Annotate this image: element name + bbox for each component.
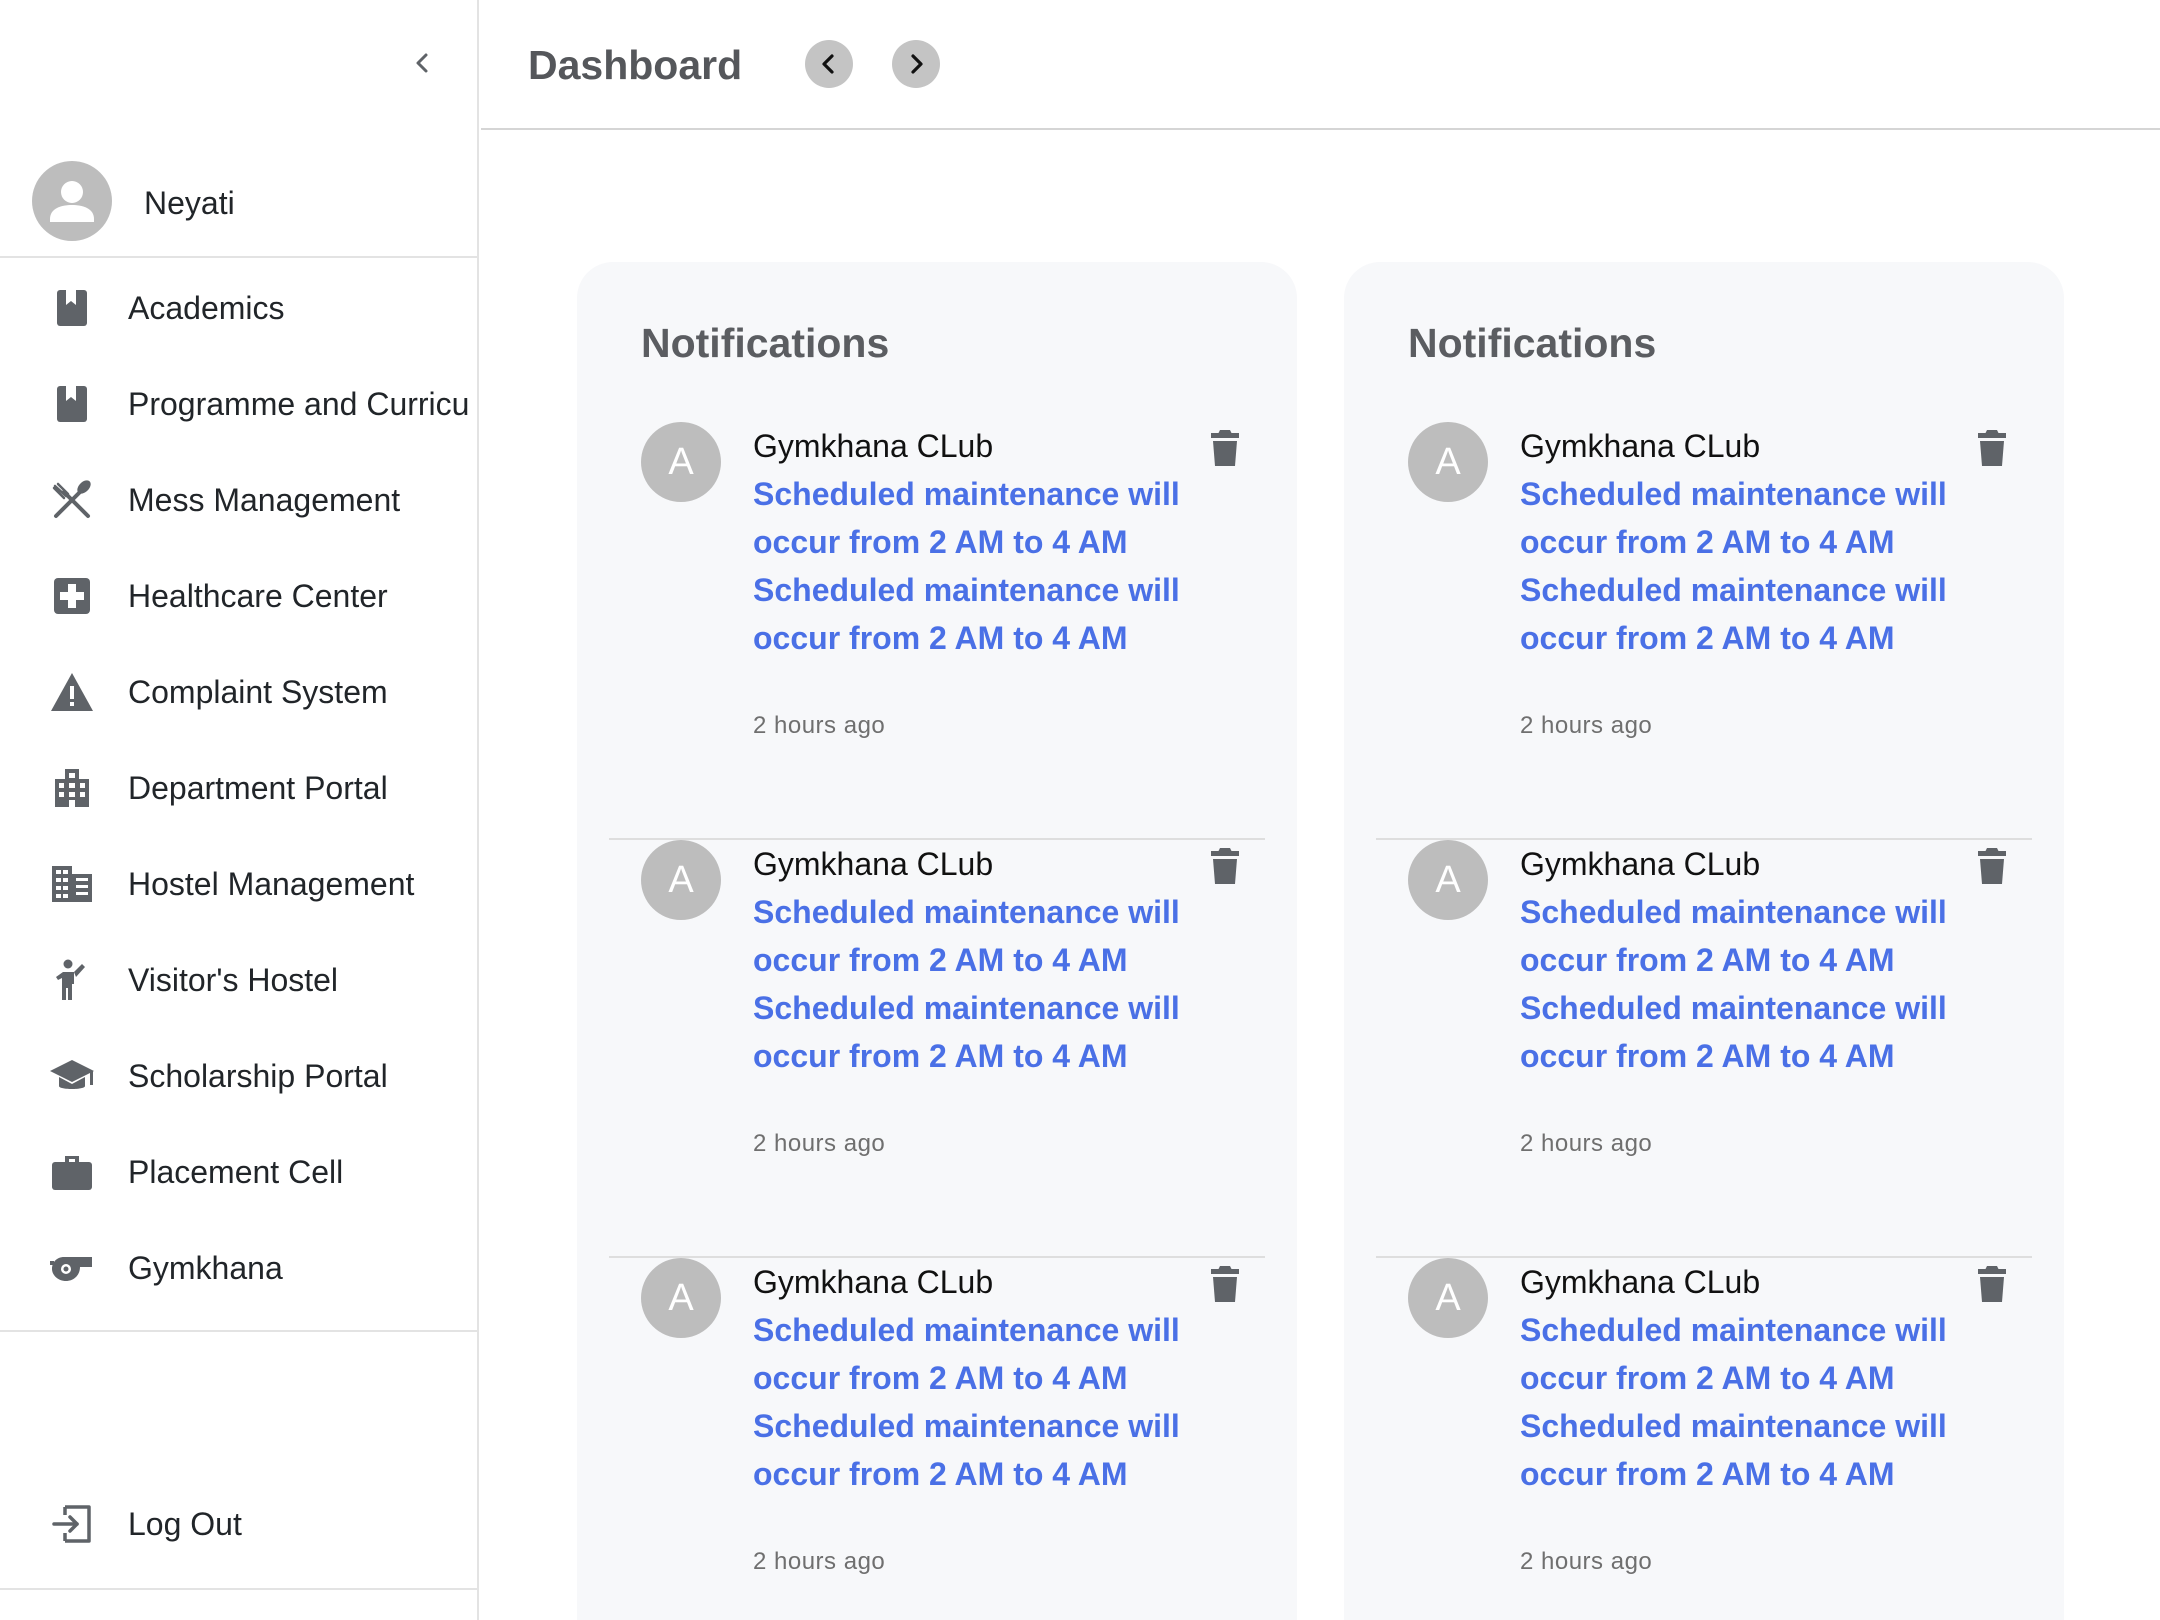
sidebar-item-gymkhana[interactable]: Gymkhana [0,1220,477,1316]
sidebar-item-label: Academics [128,290,285,326]
top-header: Dashboard [481,0,2160,130]
person-waving-icon [48,956,96,1004]
next-button[interactable] [892,40,940,88]
book-icon [48,284,96,332]
notification-time: 2 hours ago [1520,1130,1653,1157]
notification-message-link[interactable]: Scheduled maintenance will occur from 2 … [1520,888,1950,1080]
delete-notification-button[interactable] [1972,1261,2012,1307]
notification-message-link[interactable]: Scheduled maintenance will occur from 2 … [1520,470,1950,662]
sidebar-item-complaint-system[interactable]: Complaint System [0,644,477,740]
sidebar-item-label: Visitor's Hostel [128,962,339,998]
sidebar-item-academics[interactable]: Academics [0,260,477,356]
avatar: A [641,422,721,502]
notification-sender: Gymkhana CLub [753,428,994,464]
notification-sender: Gymkhana CLub [753,1264,994,1300]
sidebar-item-label: Placement Cell [128,1154,344,1190]
trash-icon [1978,430,2006,466]
sidebar-item-placement-cell[interactable]: Placement Cell [0,1124,477,1220]
chevron-left-icon [822,54,834,74]
notification-item: A Gymkhana CLub Scheduled maintenance wi… [1376,840,2032,1258]
collapse-sidebar-button[interactable] [405,45,441,81]
notifications-card: Notifications A Gymkhana CLub Scheduled … [1344,262,2064,1620]
person-icon [50,181,94,222]
chevron-left-icon [416,53,428,73]
sidebar-item-hostel-management[interactable]: Hostel Management [0,836,477,932]
notification-item: A Gymkhana CLub Scheduled maintenance wi… [1376,422,2032,840]
sidebar-item-healthcare-center[interactable]: Healthcare Center [0,548,477,644]
avatar: A [1408,840,1488,920]
sidebar-nav: Academics Programme and Curricu Mess Man… [0,260,477,1316]
notification-sender: Gymkhana CLub [1520,428,1761,464]
notification-sender: Gymkhana CLub [1520,1264,1761,1300]
notification-sender: Gymkhana CLub [1520,846,1761,882]
buildings-icon [48,860,96,908]
notifications-card: Notifications A Gymkhana CLub Scheduled … [577,262,1297,1620]
notification-item: A Gymkhana CLub Scheduled maintenance wi… [609,1258,1265,1620]
avatar: A [641,1258,721,1338]
delete-notification-button[interactable] [1972,843,2012,889]
notification-time: 2 hours ago [753,1548,886,1575]
card-title: Notifications [641,320,890,366]
trash-icon [1978,848,2006,884]
sidebar-bottom-divider [0,1588,477,1590]
notification-time: 2 hours ago [753,712,886,739]
avatar: A [641,840,721,920]
utensils-icon [48,476,96,524]
trash-icon [1211,430,1239,466]
notification-message-link[interactable]: Scheduled maintenance will occur from 2 … [753,470,1183,662]
notification-item: A Gymkhana CLub Scheduled maintenance wi… [609,840,1265,1258]
avatar: A [1408,1258,1488,1338]
avatar: A [1408,422,1488,502]
sidebar-item-label: Mess Management [128,482,401,518]
briefcase-icon [48,1148,96,1196]
chevron-right-icon [911,54,923,74]
trash-icon [1211,1266,1239,1302]
notification-item: A Gymkhana CLub Scheduled maintenance wi… [1376,1258,2032,1620]
logout-label: Log Out [128,1506,242,1542]
sidebar: Neyati Academics Programme and Curricu M… [0,0,479,1620]
trash-icon [1211,848,1239,884]
sidebar-item-label: Healthcare Center [128,578,388,614]
avatar [32,161,112,241]
user-name: Neyati [144,185,235,221]
user-profile[interactable]: Neyati [0,158,477,258]
previous-button[interactable] [805,40,853,88]
book-icon [48,380,96,428]
sidebar-item-label: Hostel Management [128,866,415,902]
warning-icon [48,668,96,716]
page-title: Dashboard [528,42,743,88]
sidebar-divider [0,1330,477,1332]
building-icon [48,764,96,812]
logout-icon [48,1500,96,1548]
sidebar-item-label: Gymkhana [128,1250,283,1286]
notification-message-link[interactable]: Scheduled maintenance will occur from 2 … [1520,1306,1950,1498]
trash-icon [1978,1266,2006,1302]
graduation-cap-icon [48,1052,96,1100]
delete-notification-button[interactable] [1205,425,1245,471]
sidebar-item-mess-management[interactable]: Mess Management [0,452,477,548]
card-title: Notifications [1408,320,1657,366]
notification-item: A Gymkhana CLub Scheduled maintenance wi… [609,422,1265,840]
notification-message-link[interactable]: Scheduled maintenance will occur from 2 … [753,1306,1183,1498]
logout-button[interactable]: Log Out [0,1476,477,1572]
sidebar-item-label: Complaint System [128,674,388,710]
notification-time: 2 hours ago [753,1130,886,1157]
sidebar-item-visitors-hostel[interactable]: Visitor's Hostel [0,932,477,1028]
notification-message-link[interactable]: Scheduled maintenance will occur from 2 … [753,888,1183,1080]
delete-notification-button[interactable] [1972,425,2012,471]
sidebar-item-label: Programme and Curricu [128,386,470,422]
sidebar-item-department-portal[interactable]: Department Portal [0,740,477,836]
sidebar-item-programme-and-curriculum[interactable]: Programme and Curricu [0,356,477,452]
sidebar-item-label: Scholarship Portal [128,1058,388,1094]
sidebar-item-scholarship-portal[interactable]: Scholarship Portal [0,1028,477,1124]
whistle-icon [48,1244,96,1292]
notification-sender: Gymkhana CLub [753,846,994,882]
delete-notification-button[interactable] [1205,843,1245,889]
notification-time: 2 hours ago [1520,712,1653,739]
sidebar-item-label: Department Portal [128,770,388,806]
notification-time: 2 hours ago [1520,1548,1653,1575]
delete-notification-button[interactable] [1205,1261,1245,1307]
medical-cross-icon [48,572,96,620]
